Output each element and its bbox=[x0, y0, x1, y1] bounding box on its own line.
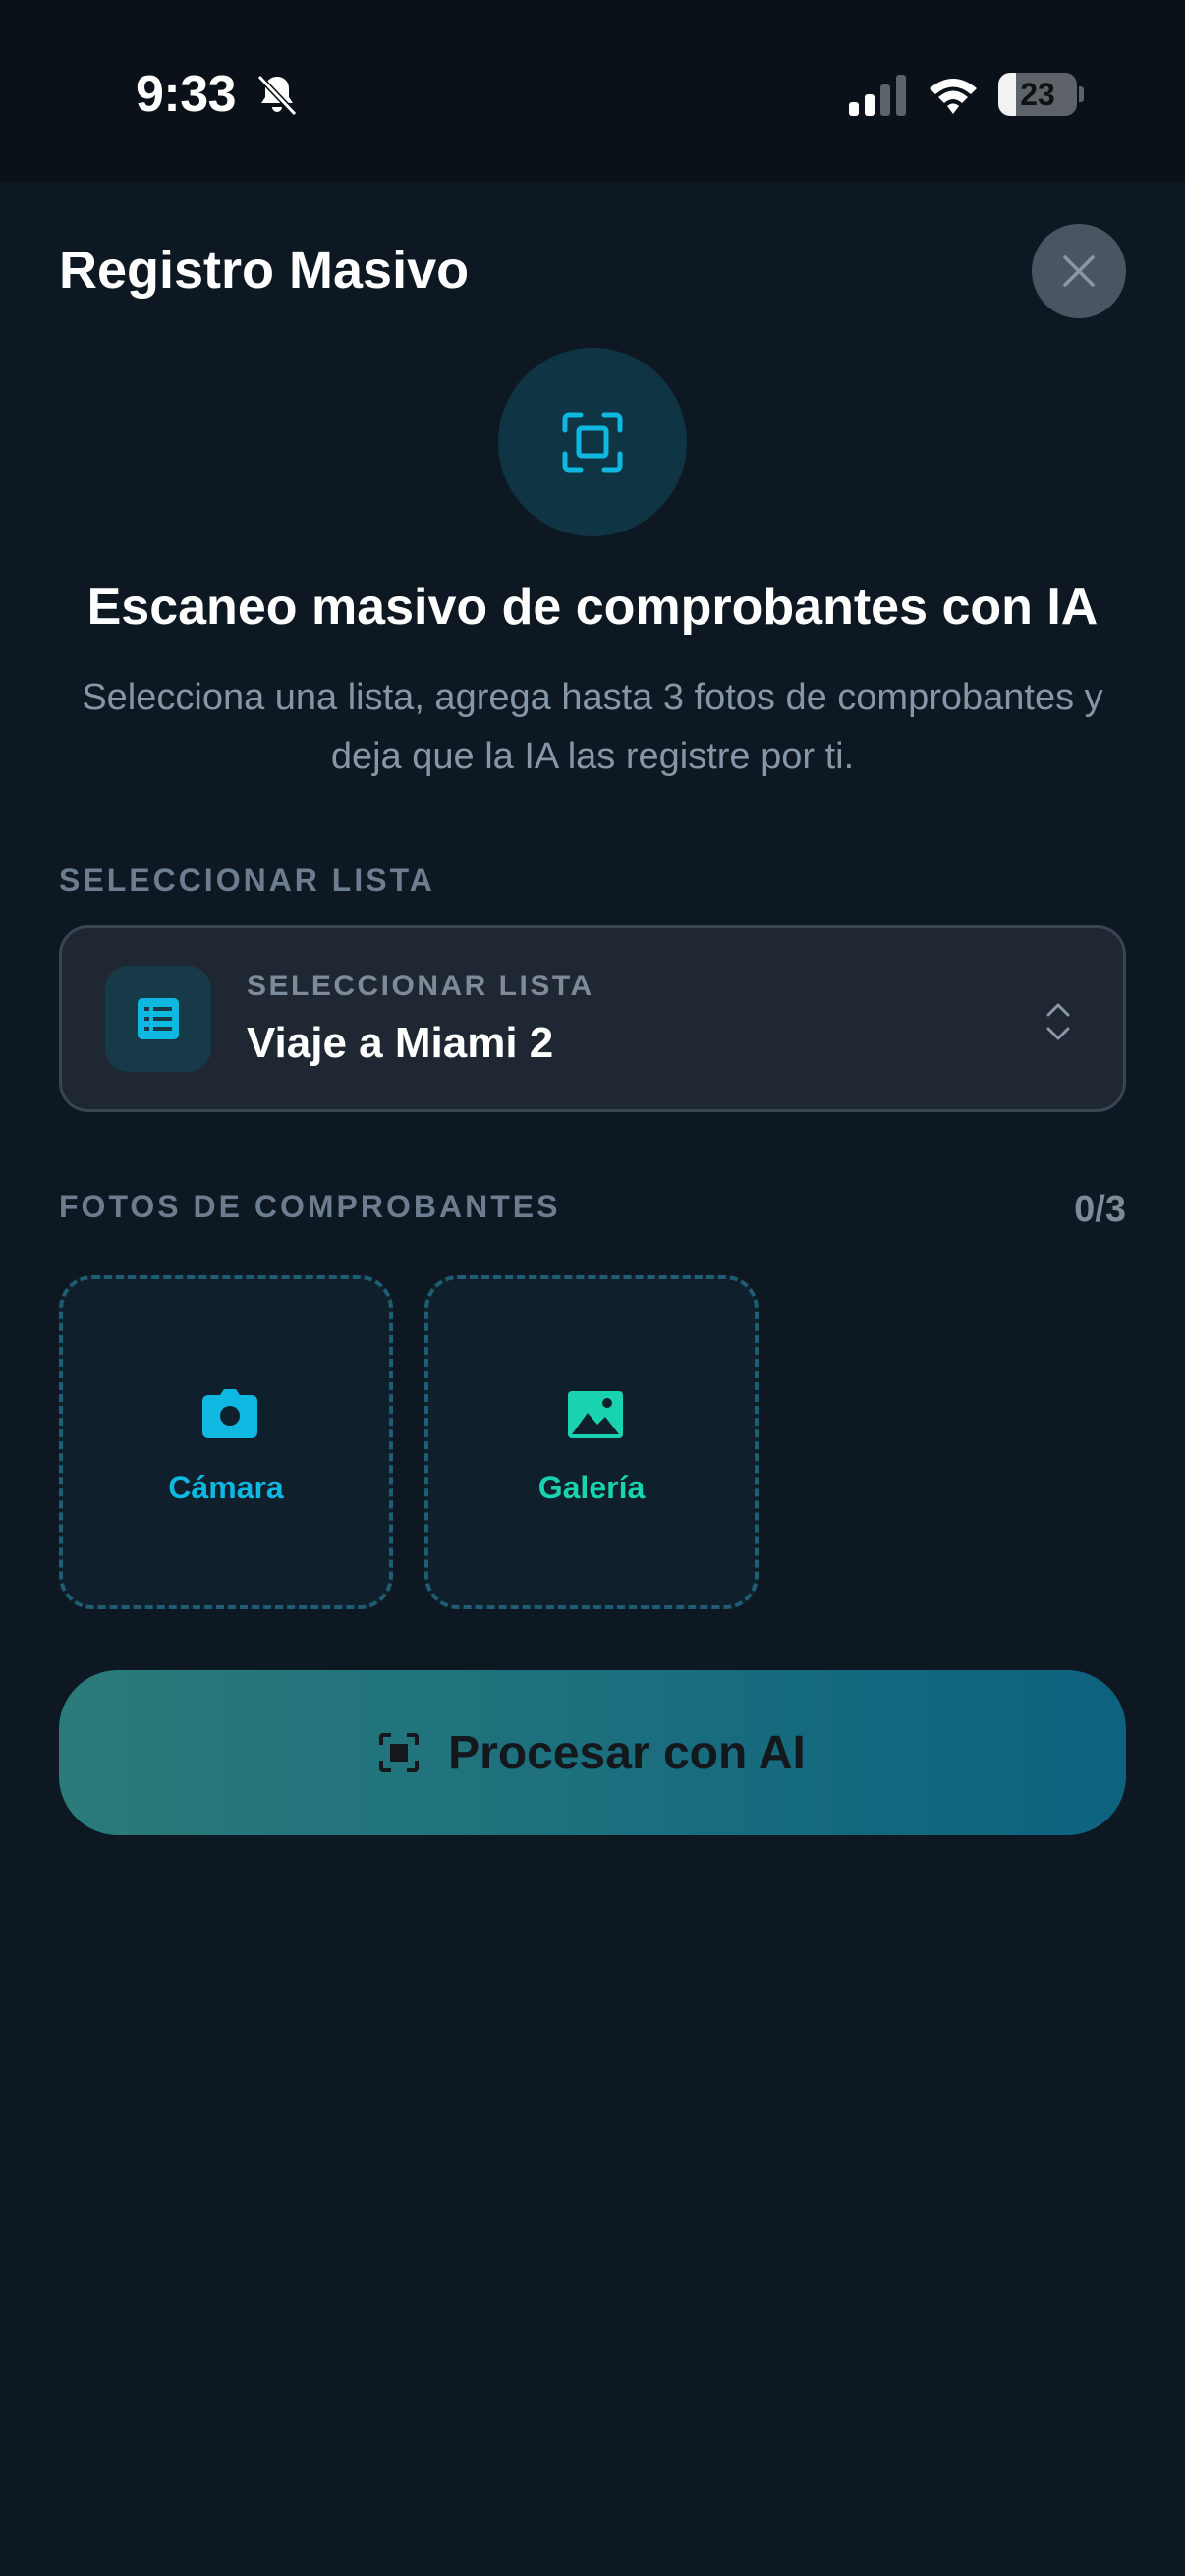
camera-label: Cámara bbox=[168, 1470, 284, 1505]
headline: Escaneo masivo de comprobantes con IA bbox=[86, 579, 1099, 636]
sheet-title: Registro Masivo bbox=[59, 241, 470, 300]
photos-section-label: FOTOS DE COMPROBANTES bbox=[59, 1189, 561, 1224]
bell-slash-icon bbox=[256, 74, 298, 117]
chevron-updown-icon bbox=[1046, 1003, 1070, 1040]
process-button-label: Procesar con AI bbox=[448, 1726, 806, 1779]
status-time: 9:33 bbox=[136, 66, 237, 123]
gallery-button[interactable]: Galería bbox=[424, 1275, 759, 1609]
gallery-label: Galería bbox=[537, 1470, 646, 1505]
scan-icon bbox=[379, 1733, 420, 1772]
camera-icon bbox=[202, 1389, 257, 1438]
list-selector[interactable]: SELECCIONAR LISTA Viaje a Miami 2 bbox=[59, 925, 1126, 1112]
list-select-value: Viaje a Miami 2 bbox=[247, 1019, 554, 1067]
list-icon bbox=[138, 998, 179, 1039]
battery-indicator: 23 bbox=[998, 73, 1084, 118]
photo-count: 0/3 bbox=[1074, 1189, 1126, 1230]
list-section-label: SELECCIONAR LISTA bbox=[59, 863, 435, 898]
close-icon bbox=[1063, 255, 1095, 287]
image-icon bbox=[568, 1391, 623, 1438]
signal-icon bbox=[849, 75, 906, 116]
status-bar: 9:33 23 bbox=[0, 0, 1185, 183]
process-with-ai-button[interactable]: Procesar con AI bbox=[59, 1670, 1126, 1835]
camera-button[interactable]: Cámara bbox=[59, 1275, 393, 1609]
subtitle: Selecciona una lista, agrega hasta 3 fot… bbox=[82, 677, 1103, 777]
list-select-label: SELECCIONAR LISTA bbox=[247, 970, 594, 1002]
wifi-icon bbox=[930, 79, 977, 114]
battery-level: 23 bbox=[1020, 77, 1055, 112]
scan-icon bbox=[562, 412, 623, 473]
close-button[interactable] bbox=[1032, 224, 1126, 318]
scan-badge bbox=[498, 348, 687, 536]
list-icon-box bbox=[105, 966, 211, 1072]
